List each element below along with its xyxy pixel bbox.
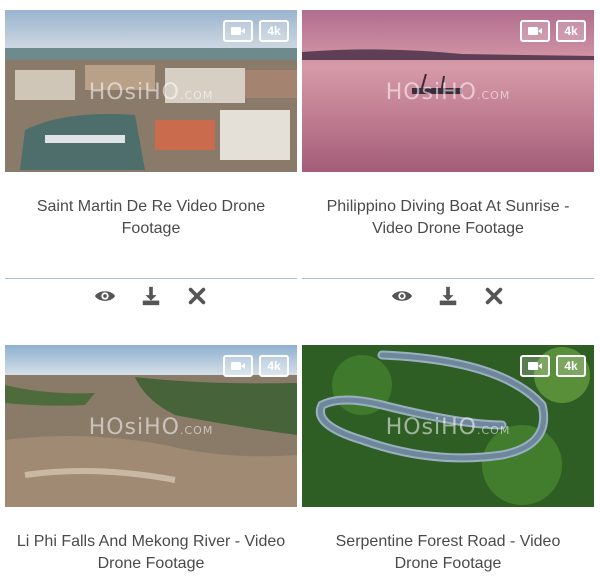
quality-badge: 4k [556,355,586,377]
download-icon[interactable] [140,285,162,307]
download-icon[interactable] [437,285,459,307]
close-icon[interactable] [483,285,505,307]
video-card[interactable]: HOsiHO.COM 4k Serpentine Forest Road - V… [302,345,594,575]
video-camera-icon [520,20,550,42]
video-thumbnail[interactable]: HOsiHO.COM 4k [302,345,594,507]
video-camera-icon [223,355,253,377]
eye-icon[interactable] [94,285,116,307]
video-title[interactable]: Philippino Diving Boat At Sunrise - Vide… [302,196,594,240]
video-thumbnail[interactable]: HOsiHO.COM 4k [302,10,594,172]
video-title[interactable]: Serpentine Forest Road - Video Drone Foo… [302,531,594,575]
video-title[interactable]: Saint Martin De Re Video Drone Footage [5,196,297,240]
watermark: HOsiHO.COM [88,80,214,105]
quality-badge: 4k [259,20,289,42]
quality-badge: 4k [556,20,586,42]
video-thumbnail[interactable]: HOsiHO.COM 4k [5,345,297,507]
divider [5,278,297,279]
card-actions [5,285,297,307]
video-camera-icon [223,20,253,42]
card-actions [302,285,594,307]
watermark: HOsiHO.COM [385,415,511,440]
divider [302,278,594,279]
quality-badge: 4k [259,355,289,377]
video-title[interactable]: Li Phi Falls And Mekong River - Video Dr… [5,531,297,575]
watermark: HOsiHO.COM [88,415,214,440]
video-camera-icon [520,355,550,377]
eye-icon[interactable] [391,285,413,307]
watermark: HOsiHO.COM [385,80,511,105]
video-thumbnail[interactable]: HOsiHO.COM 4k [5,10,297,172]
video-card[interactable]: HOsiHO.COM 4k Saint Martin De Re Video D… [5,10,297,307]
close-icon[interactable] [186,285,208,307]
video-card[interactable]: HOsiHO.COM 4k Li Phi Falls And Mekong Ri… [5,345,297,575]
video-card[interactable]: HOsiHO.COM 4k Philippino Diving Boat At … [302,10,594,307]
